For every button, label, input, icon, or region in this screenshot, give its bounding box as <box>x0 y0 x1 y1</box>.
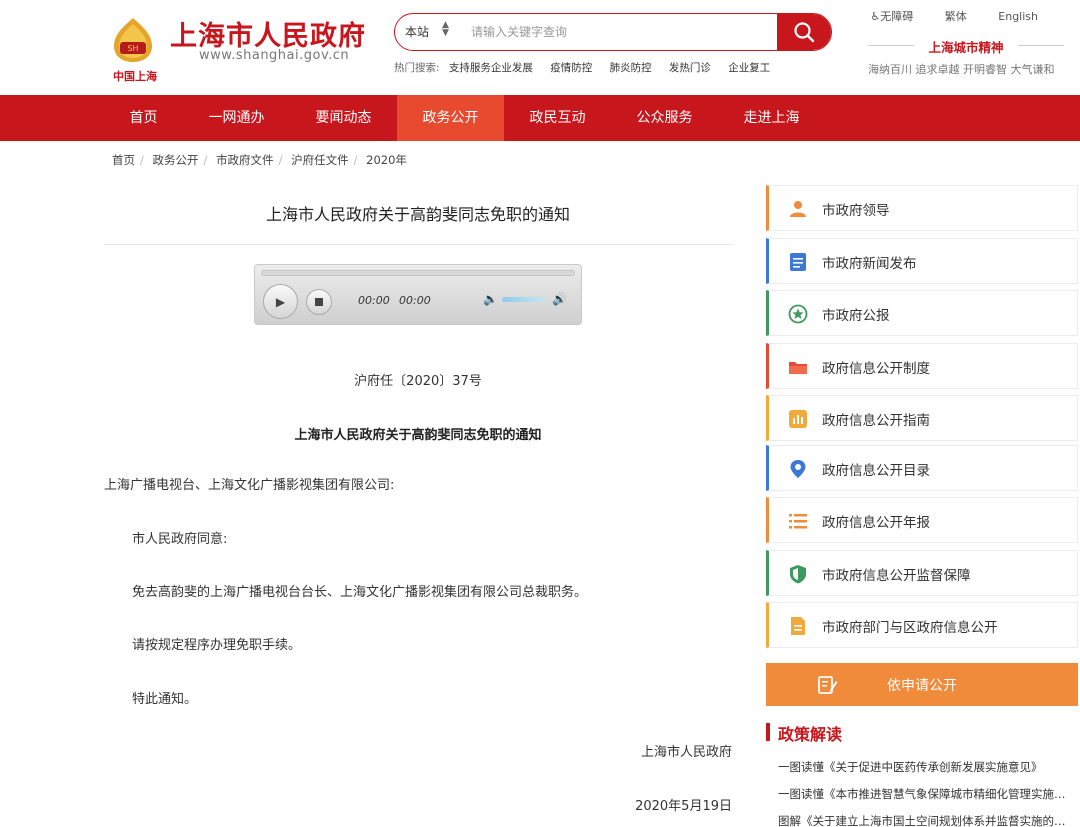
breadcrumb: 首页 / 政务公开 / 市政府文件 / 沪府任文件/ 2020年 <box>112 153 407 167</box>
hot-search-link[interactable]: 支持服务企业发展 <box>449 62 533 74</box>
signature: 上海市人民政府 <box>640 745 732 760</box>
document-date: 2020年5月19日 <box>635 799 732 814</box>
list-icon <box>788 511 808 531</box>
nav-item-about-shanghai[interactable]: 走进上海 <box>718 95 825 141</box>
city-spirit-text: 海纳百川 追求卓越 开明睿智 大气谦和 <box>868 63 1055 76</box>
policy-link[interactable]: 一图读懂《本市推进智慧气象保障城市精细化管理实施意见》 <box>778 786 1068 802</box>
policy-section-title: 政策解读 <box>766 721 842 745</box>
play-icon: ▶ <box>275 294 286 309</box>
nav-item-gov-affairs[interactable]: 政务公开 <box>397 95 504 141</box>
audio-player: ▶ 00:00 00:00 🔈 🔊 <box>254 264 582 325</box>
hot-search-row: 热门搜索: 支持服务企业发展 疫情防控 肺炎防控 发热门诊 企业复工 <box>394 60 784 75</box>
english-link[interactable]: English <box>998 10 1038 23</box>
document-icon <box>788 252 808 272</box>
paragraph: 市人民政府同意: <box>132 532 228 547</box>
sidebar-item-supervision[interactable]: 市政府信息公开监督保障 <box>766 550 1078 596</box>
location-icon <box>788 459 808 479</box>
hot-search-link[interactable]: 发热门诊 <box>669 62 711 74</box>
apply-button-label: 依申请公开 <box>887 678 957 694</box>
audio-progress-track[interactable] <box>261 270 575 276</box>
shanghai-emblem-icon[interactable]: SH <box>108 16 158 66</box>
hot-search-link[interactable]: 疫情防控 <box>550 62 592 74</box>
document-title: 上海市人民政府关于高韵斐同志免职的通知 <box>294 428 542 443</box>
policy-link[interactable]: 一图读懂《关于促进中医药传承创新发展实施意见》 <box>778 759 1068 775</box>
city-spirit-title: 上海城市精神 <box>868 37 1064 56</box>
search-bar: 本站 ▲ ▼ <box>394 13 832 51</box>
sidebar-item-department-disclosure[interactable]: 市政府部门与区政府信息公开 <box>766 602 1078 648</box>
breadcrumb-link[interactable]: 市政府文件 <box>216 153 274 167</box>
title-divider <box>104 244 732 245</box>
star-icon <box>788 304 808 324</box>
top-links: ♿无障碍 繁体 English <box>842 8 1038 24</box>
volume-slider[interactable] <box>502 297 545 302</box>
breadcrumb-link[interactable]: 沪府任文件 <box>291 153 349 167</box>
sidebar-item-label: 市政府新闻发布 <box>822 256 917 272</box>
person-icon <box>788 199 808 219</box>
stop-icon <box>315 298 323 306</box>
sidebar-item-label: 政府信息公开年报 <box>822 515 930 531</box>
paragraph: 请按规定程序办理免职手续。 <box>132 638 302 653</box>
sidebar-item-label: 政府信息公开制度 <box>822 361 930 377</box>
shield-icon <box>788 564 808 584</box>
search-scope-select[interactable]: 本站 <box>405 23 429 40</box>
apply-disclosure-button[interactable]: 依申请公开 <box>766 663 1078 706</box>
wheelchair-icon: ♿ <box>870 10 881 23</box>
sidebar-item-disclosure-catalog[interactable]: 政府信息公开目录 <box>766 445 1078 491</box>
file-icon <box>788 616 808 636</box>
volume-mute-icon[interactable]: 🔈 <box>483 292 498 306</box>
volume-max-icon[interactable]: 🔊 <box>552 292 567 306</box>
nav-item-public-service[interactable]: 公众服务 <box>611 95 718 141</box>
site-url: www.shanghai.gov.cn <box>199 48 350 63</box>
breadcrumb-current[interactable]: 2020年 <box>366 153 407 167</box>
current-time: 00:00 <box>358 294 390 307</box>
play-button[interactable]: ▶ <box>263 284 298 319</box>
search-input[interactable] <box>471 14 771 50</box>
sidebar-item-label: 政府信息公开指南 <box>822 413 930 429</box>
breadcrumb-link[interactable]: 政务公开 <box>153 153 199 167</box>
breadcrumb-link[interactable]: 首页 <box>112 153 135 167</box>
traditional-chinese-link[interactable]: 繁体 <box>945 10 967 23</box>
sidebar-item-press[interactable]: 市政府新闻发布 <box>766 238 1078 284</box>
duration-time: 00:00 <box>399 294 431 307</box>
sidebar-item-label: 市政府信息公开监督保障 <box>822 568 971 584</box>
sidebar-item-disclosure-guide[interactable]: 政府信息公开指南 <box>766 395 1078 441</box>
paragraph: 免去高韵斐的上海广播电视台台长、上海文化广播影视集团有限公司总裁职务。 <box>132 585 588 600</box>
main-nav: 首页 一网通办 要闻动态 政务公开 政民互动 公众服务 走进上海 <box>0 95 1080 141</box>
hot-search-label: 热门搜索: <box>394 62 440 74</box>
paragraph: 特此通知。 <box>132 692 198 707</box>
sidebar-item-label: 市政府公报 <box>822 308 890 324</box>
scope-arrows-icon[interactable]: ▲ ▼ <box>442 21 449 38</box>
search-icon <box>794 22 815 43</box>
sidebar-item-gazette[interactable]: 市政府公报 <box>766 290 1078 336</box>
folder-icon <box>788 357 808 377</box>
accessibility-link[interactable]: ♿无障碍 <box>870 10 913 23</box>
sidebar-item-annual-report[interactable]: 政府信息公开年报 <box>766 497 1078 543</box>
nav-item-home[interactable]: 首页 <box>90 95 197 141</box>
stop-button[interactable] <box>306 289 332 315</box>
addressee: 上海广播电视台、上海文化广播影视集团有限公司: <box>104 478 395 493</box>
hot-search-link[interactable]: 肺炎防控 <box>610 62 652 74</box>
nav-item-one-network[interactable]: 一网通办 <box>183 95 290 141</box>
hot-search-link[interactable]: 企业复工 <box>728 62 770 74</box>
sidebar-item-label: 市政府领导 <box>822 203 890 219</box>
accessibility-label: 无障碍 <box>880 10 914 23</box>
document-number: 沪府任〔2020〕37号 <box>354 374 482 389</box>
policy-link[interactable]: 图解《关于建立上海市国土空间规划体系并监督实施的意见》 <box>778 813 1068 827</box>
sidebar-item-disclosure-system[interactable]: 政府信息公开制度 <box>766 343 1078 389</box>
site-header: SH 中国上海 上海市人民政府 www.shanghai.gov.cn 本站 ▲… <box>0 0 1080 95</box>
article-title: 上海市人民政府关于高韵斐同志免职的通知 <box>265 205 570 224</box>
nav-item-interaction[interactable]: 政民互动 <box>504 95 611 141</box>
search-button[interactable] <box>777 14 831 50</box>
sidebar-item-label: 市政府部门与区政府信息公开 <box>822 620 998 636</box>
nav-item-news[interactable]: 要闻动态 <box>290 95 397 141</box>
svg-text:SH: SH <box>127 44 138 53</box>
chart-icon <box>788 409 808 429</box>
sidebar-item-leaders[interactable]: 市政府领导 <box>766 185 1078 231</box>
logo-caption: 中国上海 <box>113 70 157 83</box>
sidebar-item-label: 政府信息公开目录 <box>822 463 930 479</box>
